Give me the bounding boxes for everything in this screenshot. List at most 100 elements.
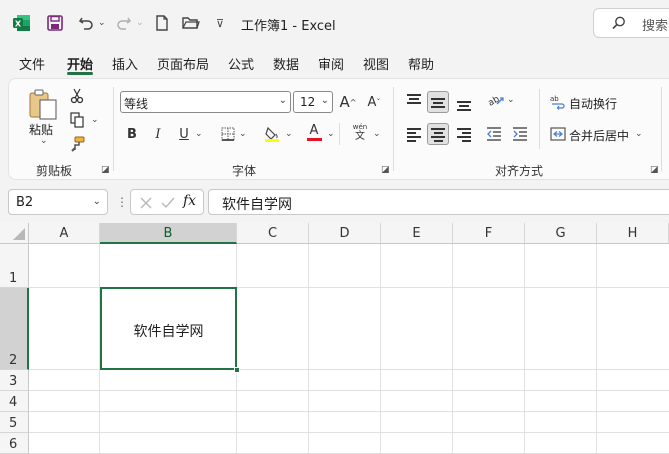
save-icon[interactable] (45, 13, 65, 33)
wrap-text-button[interactable]: 自动换行 (569, 95, 617, 112)
column-header-f[interactable]: F (453, 223, 525, 244)
align-left-icon[interactable] (403, 123, 425, 145)
font-size-select[interactable]: 12 ⌄ (293, 91, 333, 113)
grow-font-button[interactable]: A ^ (337, 91, 359, 113)
shrink-font-button[interactable]: Aˇ (363, 91, 385, 113)
customize-toolbar-icon[interactable]: ⊽ (210, 13, 230, 33)
insert-function-button[interactable]: fx (183, 193, 196, 209)
column-header-a[interactable]: A (29, 223, 100, 244)
group-separator (339, 123, 340, 145)
font-color-swatch (306, 137, 322, 141)
cut-icon[interactable] (66, 85, 88, 107)
phonetic-guide-button[interactable]: wén 文 (349, 121, 371, 143)
bold-button[interactable]: B (121, 123, 143, 145)
column-header-g[interactable]: G (525, 223, 597, 244)
borders-dropdown-icon[interactable]: ⌄ (239, 129, 247, 139)
align-middle-icon[interactable] (427, 91, 449, 113)
redo-icon[interactable] (114, 13, 134, 33)
undo-dropdown-icon[interactable]: ⌄ (98, 18, 106, 28)
gridline (308, 244, 309, 454)
tab-review[interactable]: 审阅 (318, 54, 344, 73)
fill-color-icon[interactable] (261, 123, 283, 145)
font-color-letter: A (309, 122, 319, 138)
copy-icon[interactable] (66, 109, 88, 131)
formula-input[interactable]: 软件自学网 (208, 189, 669, 215)
more-options-icon[interactable]: ⋮ (116, 195, 128, 209)
row-header-6[interactable]: 6 (0, 433, 29, 454)
row-header-2[interactable]: 2 (0, 288, 29, 370)
gridline (596, 244, 597, 454)
row-number: 6 (9, 437, 18, 452)
decrease-indent-icon[interactable] (483, 123, 505, 145)
underline-dropdown-icon[interactable]: ⌄ (195, 129, 203, 139)
font-color-dropdown-icon[interactable]: ⌄ (327, 129, 335, 139)
borders-icon[interactable] (217, 123, 239, 145)
group-separator (113, 87, 114, 171)
column-header-d[interactable]: D (309, 223, 381, 244)
row-header-1[interactable]: 1 (0, 244, 29, 288)
new-file-icon[interactable] (152, 13, 172, 33)
orientation-dropdown-icon[interactable]: ⌄ (507, 95, 515, 105)
open-folder-icon[interactable] (181, 13, 201, 33)
paste-dropdown-icon[interactable]: ⌄ (40, 136, 48, 146)
merge-center-icon[interactable] (547, 123, 569, 145)
copy-dropdown-icon[interactable]: ⌄ (91, 115, 99, 125)
row-header-4[interactable]: 4 (0, 391, 29, 412)
tab-insert[interactable]: 插入 (112, 54, 138, 73)
row-number: 5 (9, 416, 18, 431)
tab-formulas[interactable]: 公式 (228, 54, 254, 73)
paste-icon[interactable] (27, 87, 59, 121)
underline-button[interactable]: U (173, 123, 195, 145)
row-number: 4 (9, 395, 18, 410)
align-bottom-icon[interactable] (453, 93, 475, 115)
orientation-icon[interactable]: ab (485, 89, 507, 111)
increase-indent-icon[interactable] (509, 123, 531, 145)
cancel-icon[interactable] (139, 196, 153, 210)
clipboard-launcher-icon[interactable]: ◪ (101, 165, 111, 175)
gridline (380, 244, 381, 454)
enter-icon[interactable] (161, 196, 175, 210)
align-center-icon[interactable] (427, 123, 449, 145)
redo-dropdown-icon[interactable]: ⌄ (136, 18, 144, 28)
format-painter-icon[interactable] (66, 133, 88, 155)
search-icon (612, 16, 625, 30)
row-number: 2 (9, 353, 18, 368)
tab-view[interactable]: 视图 (363, 54, 389, 73)
tab-page-layout[interactable]: 页面布局 (157, 54, 209, 73)
font-color-button[interactable]: A (303, 121, 325, 143)
italic-button[interactable]: I (147, 123, 169, 145)
name-box[interactable]: B2 ⌄ (8, 189, 108, 215)
tab-data[interactable]: 数据 (273, 54, 299, 73)
column-header-c[interactable]: C (237, 223, 309, 244)
font-name-select[interactable]: 等线 ⌄ (120, 91, 291, 113)
group-separator (393, 87, 394, 171)
tab-file[interactable]: 文件 (19, 54, 45, 73)
merge-dropdown-icon[interactable]: ⌄ (635, 129, 643, 139)
row-number: 1 (9, 271, 18, 286)
gridline (29, 390, 669, 391)
merge-center-button[interactable]: 合并后居中 (569, 127, 629, 144)
align-right-icon[interactable] (453, 123, 475, 145)
column-header-h[interactable]: H (597, 223, 669, 244)
title-bar: X ⌄ ⌄ ⊽ 工作簿1 - Excel 搜索 (0, 0, 669, 46)
row-header-3[interactable]: 3 (0, 370, 29, 391)
search-box[interactable]: 搜索 (593, 8, 669, 38)
column-header-e[interactable]: E (381, 223, 453, 244)
selected-cell-b2[interactable]: 软件自学网 (100, 287, 237, 370)
alignment-launcher-icon[interactable]: ◪ (650, 165, 660, 175)
svg-text:ab: ab (550, 95, 559, 103)
undo-icon[interactable] (76, 13, 96, 33)
align-top-icon[interactable] (403, 89, 425, 111)
select-all-icon (13, 228, 25, 240)
phonetic-dropdown-icon[interactable]: ⌄ (373, 129, 381, 139)
tab-home[interactable]: 开始 (67, 54, 93, 73)
wrap-text-icon[interactable]: ab (547, 91, 569, 113)
ribbon: 粘贴 ⌄ ⌄ 剪贴板 ◪ 等线 ⌄ 12 ⌄ A ^ Aˇ B I U ⌄ ⌄ … (8, 78, 669, 180)
tab-help[interactable]: 帮助 (408, 54, 434, 73)
fill-color-dropdown-icon[interactable]: ⌄ (285, 129, 293, 139)
row-header-5[interactable]: 5 (0, 412, 29, 433)
font-launcher-icon[interactable]: ◪ (381, 165, 391, 175)
chevron-down-icon: ⌄ (320, 95, 329, 106)
column-header-b[interactable]: B (100, 223, 237, 244)
fill-handle[interactable] (234, 367, 240, 373)
